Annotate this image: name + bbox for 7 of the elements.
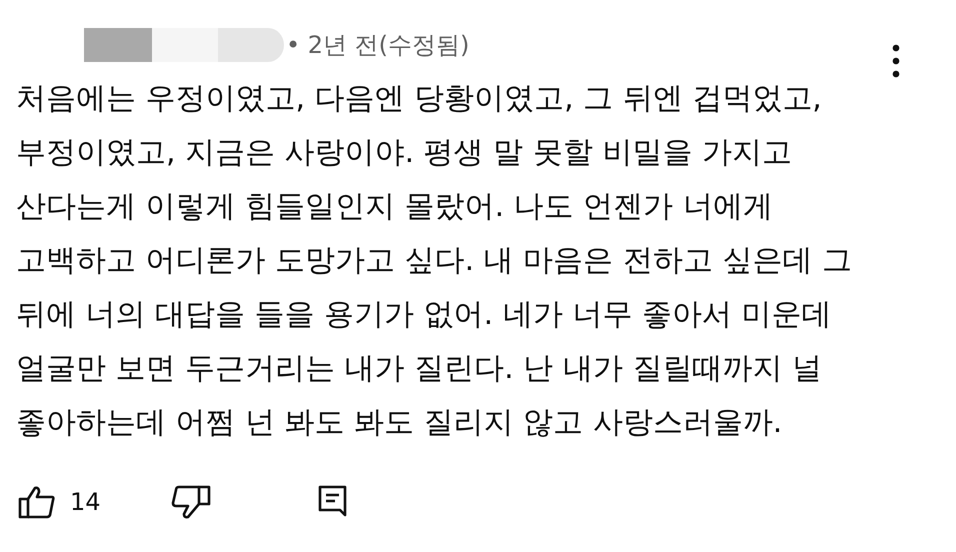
comment-text: 처음에는 우정이였고, 다음엔 당황이였고, 그 뒤엔 겁먹었고, 부정이였고, 지금은 사랑이야. 평생 말 못할 비밀을 가지고 산다는게 이렇게 힘들일인지 몰랐어. 나도 언젠가 너에게 고백하고 어디론가 도망가고 싶다. 내 마음은 전하고 싶은데 그 뒤에 너의 대답을 들을 용기가 없어. 네가 너무 좋아서 미운데 얼굴만 보면 두근거리는 내가 질린다. 난 내가 질릴때까지 널 좋아하는데 어쩜 넌 봐도 봐도 질리지 않고 사랑스러울까. xyxy=(16,80,853,442)
reply-icon[interactable] xyxy=(318,485,348,519)
comment-time: • 2년 전(수정됨) xyxy=(286,30,470,61)
like-count: 14 xyxy=(70,488,101,516)
like-button[interactable] xyxy=(18,485,56,519)
more-options-icon[interactable] xyxy=(892,44,900,78)
dislike-button[interactable] xyxy=(170,485,211,519)
